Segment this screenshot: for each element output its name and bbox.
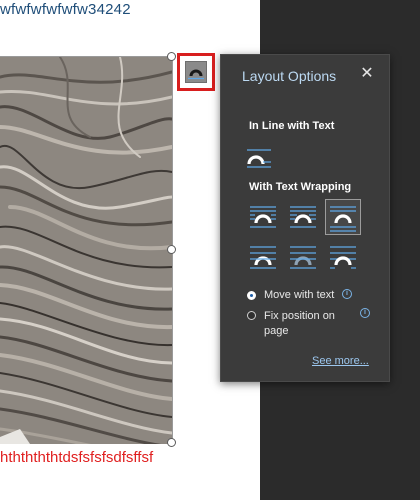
square-wrap-icon: [250, 206, 276, 228]
layout-options-icon: [185, 61, 207, 83]
in-front-of-text-icon: [330, 246, 356, 269]
move-with-text-option[interactable]: Move with text: [247, 289, 334, 301]
resize-handle-top-right[interactable]: [167, 52, 176, 61]
option-square[interactable]: [245, 199, 281, 235]
resize-handle-bottom-right[interactable]: [167, 438, 176, 447]
option-in-front-of-text[interactable]: [325, 239, 361, 275]
option-top-and-bottom[interactable]: [325, 199, 361, 235]
fix-position-label-line1: Fix position on: [264, 310, 335, 322]
fix-position-option[interactable]: Fix position on page: [247, 309, 335, 339]
option-through[interactable]: [285, 239, 321, 275]
option-behind-text[interactable]: [245, 239, 281, 275]
panel-title: Layout Options: [242, 68, 337, 84]
inline-section-title: In Line with Text: [249, 120, 335, 132]
wrapping-section-title: With Text Wrapping: [249, 181, 352, 193]
layout-options-panel: Layout Options ✕ In Line with Text With …: [220, 54, 390, 382]
fix-position-label-line2: page: [264, 325, 289, 337]
top-bottom-wrap-icon: [330, 206, 356, 232]
resize-handle-right-middle[interactable]: [167, 245, 176, 254]
see-more-link[interactable]: See more...: [312, 355, 369, 367]
move-with-text-info-icon[interactable]: i: [342, 289, 352, 299]
fix-position-label: Fix position on page: [264, 309, 335, 339]
option-inline-with-text[interactable]: [241, 140, 277, 176]
behind-text-icon: [250, 246, 276, 269]
through-wrap-icon: [290, 246, 316, 269]
inline-wrap-icon: [247, 149, 271, 168]
close-icon[interactable]: ✕: [360, 65, 374, 83]
move-with-text-radio[interactable]: [247, 291, 256, 300]
wood-texture-image[interactable]: [0, 56, 173, 444]
wood-texture-graphic: [0, 57, 172, 444]
tight-wrap-icon: [290, 206, 316, 228]
move-with-text-label: Move with text: [264, 289, 335, 301]
option-tight[interactable]: [285, 199, 321, 235]
layout-options-button[interactable]: [177, 53, 215, 91]
document-text-top[interactable]: wfwfwfwfwfw34242: [0, 1, 131, 18]
fix-position-radio[interactable]: [247, 311, 256, 320]
fix-position-info-icon[interactable]: i: [360, 308, 370, 318]
document-text-bottom[interactable]: hththththtdsfsfsfsdfsffsf: [0, 449, 153, 466]
